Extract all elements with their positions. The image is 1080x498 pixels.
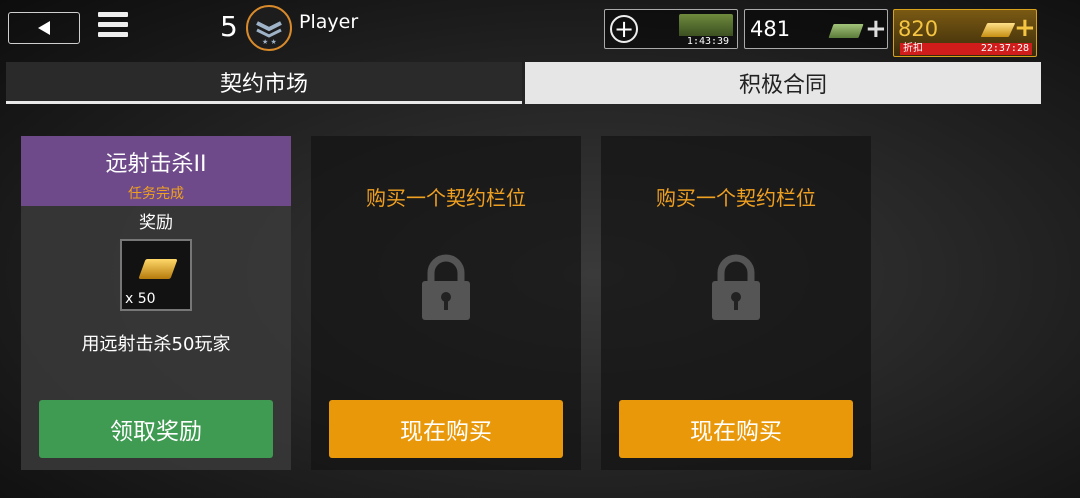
discount-bar: 折扣 22:37:28 — [900, 43, 1032, 55]
claim-reward-button[interactable]: 领取奖励 — [39, 400, 273, 458]
svg-text:★ ★: ★ ★ — [262, 38, 277, 46]
slot-title: 购买一个契约栏位 — [656, 186, 816, 210]
card-header: 远射击杀II 任务完成 — [21, 136, 291, 206]
discount-label: 折扣 — [903, 43, 923, 54]
reward-item: x 50 — [120, 239, 192, 311]
back-button[interactable] — [8, 12, 80, 44]
player-name: Player — [299, 11, 359, 33]
back-arrow-icon — [38, 21, 50, 35]
buy-now-button[interactable]: 现在购买 — [619, 400, 853, 458]
tab-active-contracts[interactable]: 积极合同 — [525, 62, 1041, 104]
top-bar: 5 ★ ★ Player + 1:43:39 481 + 820 + 折扣 22… — [0, 0, 1080, 58]
cash-icon — [828, 24, 864, 38]
cash-box[interactable]: 481 + — [744, 9, 888, 49]
contract-slot-locked: 购买一个契约栏位 现在购买 — [601, 136, 871, 470]
buy-now-button[interactable]: 现在购买 — [329, 400, 563, 458]
menu-icon[interactable] — [98, 12, 128, 44]
lock-icon — [712, 254, 760, 320]
gold-bar-icon — [138, 259, 178, 279]
contract-status: 任务完成 — [128, 186, 184, 202]
lock-icon — [422, 254, 470, 320]
energy-timer: 1:43:39 — [679, 36, 737, 48]
reward-quantity: x 50 — [125, 291, 156, 307]
tab-contract-market[interactable]: 契约市场 — [6, 62, 522, 104]
add-icon[interactable]: + — [610, 15, 638, 43]
add-gold-icon[interactable]: + — [1014, 15, 1036, 41]
contract-description: 用远射击杀50玩家 — [81, 334, 231, 355]
cash-value: 481 — [750, 17, 791, 41]
rank-badge[interactable]: ★ ★ — [246, 5, 292, 51]
gold-bar-icon — [980, 23, 1016, 37]
gold-box[interactable]: 820 + 折扣 22:37:28 — [893, 9, 1037, 57]
discount-timer: 22:37:28 — [980, 43, 1029, 54]
add-cash-icon[interactable]: + — [865, 16, 887, 42]
reward-label: 奖励 — [139, 213, 173, 233]
rank-chevron-icon: ★ ★ — [256, 21, 282, 46]
contract-card-completed: 远射击杀II 任务完成 奖励 x 50 用远射击杀50玩家 领取奖励 — [21, 136, 291, 470]
gold-value: 820 — [898, 17, 939, 41]
player-level: 5 — [220, 10, 238, 43]
contract-title: 远射击杀II — [105, 152, 207, 177]
energy-box[interactable]: + 1:43:39 — [604, 9, 738, 49]
contract-slot-locked: 购买一个契约栏位 现在购买 — [311, 136, 581, 470]
slot-title: 购买一个契约栏位 — [366, 186, 526, 210]
